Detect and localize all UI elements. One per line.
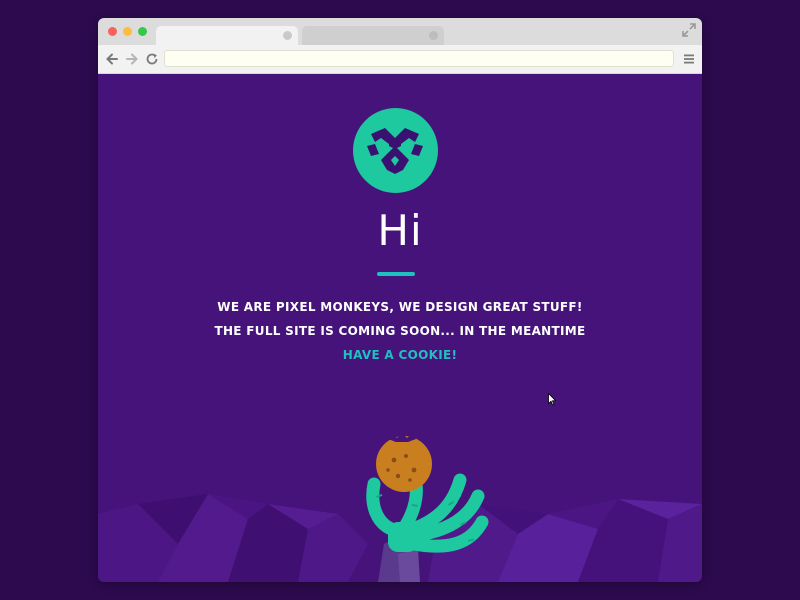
intro-text-line-1: WE ARE PIXEL MONKEYS, WE DESIGN GREAT ST…: [217, 300, 583, 314]
close-window-button[interactable]: [108, 27, 117, 36]
monkey-hand-with-cookie: [366, 433, 489, 582]
monkey-face-icon: [367, 128, 423, 174]
cookie-icon: [376, 433, 432, 492]
browser-toolbar: [98, 45, 702, 74]
browser-tab-inactive[interactable]: [302, 26, 444, 45]
tab-close-icon[interactable]: [283, 31, 292, 40]
browser-titlebar: [98, 18, 702, 45]
expand-icon[interactable]: [682, 23, 696, 37]
arrow-left-icon[interactable]: [105, 52, 119, 66]
browser-tab-active[interactable]: [156, 26, 298, 45]
page-title: Hi: [377, 206, 423, 255]
maximize-window-button[interactable]: [138, 27, 147, 36]
page-viewport: Hi WE ARE PIXEL MONKEYS, WE DESIGN GREAT…: [98, 74, 702, 582]
have-a-cookie-link[interactable]: HAVE A COOKIE!: [98, 348, 702, 362]
minimize-window-button[interactable]: [123, 27, 132, 36]
reload-icon[interactable]: [145, 52, 159, 66]
mouse-cursor-icon: [548, 393, 556, 406]
hamburger-menu-icon[interactable]: [683, 53, 695, 65]
tab-close-icon[interactable]: [429, 31, 438, 40]
browser-window: Hi WE ARE PIXEL MONKEYS, WE DESIGN GREAT…: [98, 18, 702, 582]
intro-text-line-2: THE FULL SITE IS COMING SOON... IN THE M…: [214, 324, 586, 338]
pixel-monkeys-logo: [353, 108, 438, 193]
title-divider: [377, 272, 415, 276]
address-bar[interactable]: [164, 50, 674, 67]
arrow-right-icon[interactable]: [125, 52, 139, 66]
